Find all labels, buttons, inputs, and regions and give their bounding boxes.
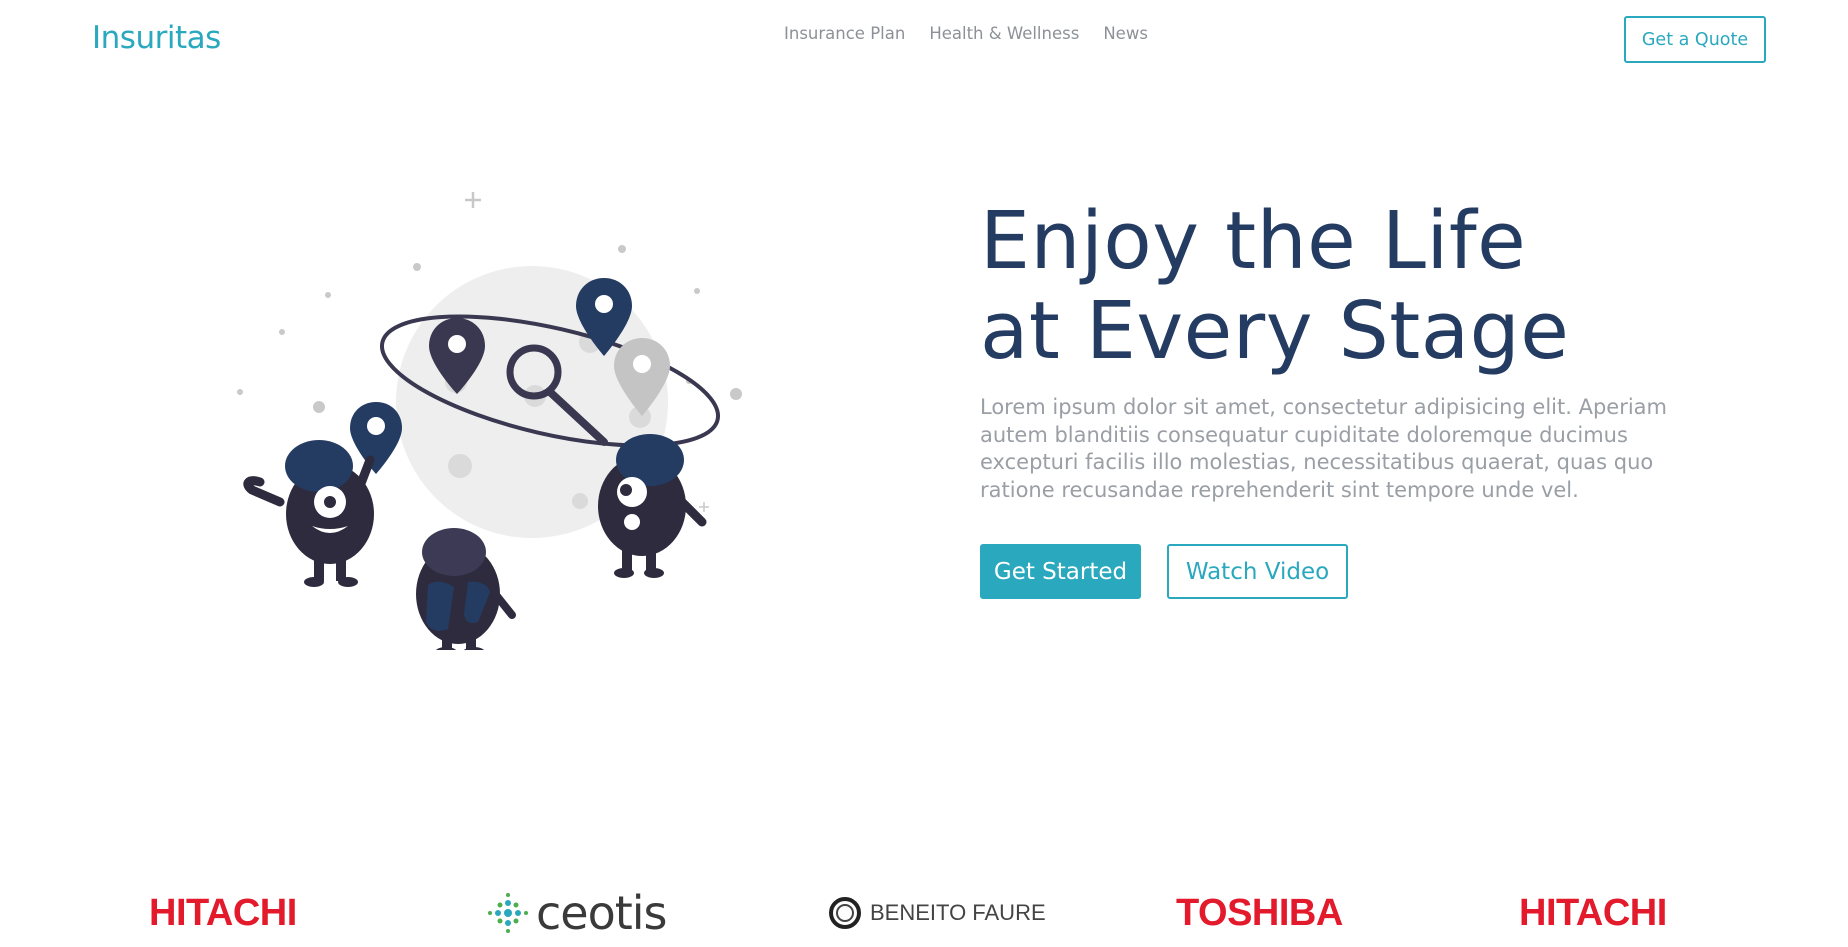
navbar: Insuritas Insurance Plan Health & Wellne… — [0, 0, 1848, 80]
nav-item-insurance-plan[interactable]: Insurance Plan — [784, 24, 905, 43]
get-a-quote-button[interactable]: Get a Quote — [1624, 16, 1766, 63]
hero-title-line2: at Every Stage — [980, 285, 1570, 377]
client-logo-text: HITACHI — [1519, 891, 1667, 934]
client-logo-hitachi-2: HITACHI — [1519, 888, 1667, 938]
hero-title: Enjoy the Life at Every Stage — [980, 196, 1680, 376]
monster-left — [243, 440, 375, 587]
client-logo-hitachi: HITACHI — [149, 888, 297, 938]
main-nav: Insurance Plan Health & Wellness News — [784, 24, 1148, 43]
client-logo-text: HITACHI — [149, 891, 297, 934]
client-logo-text: TOSHIBA — [1176, 891, 1343, 934]
hero-title-line1: Enjoy the Life — [980, 195, 1527, 287]
map-pin-icon — [350, 402, 402, 474]
client-logo-toshiba: TOSHIBA — [1176, 888, 1343, 938]
client-logo-ceotis: ceotis — [486, 886, 668, 940]
watch-video-button[interactable]: Watch Video — [1167, 544, 1348, 599]
sparkle-icon — [699, 502, 709, 512]
client-logo-text: ceotis — [536, 886, 668, 940]
sparkle-icon — [465, 192, 481, 208]
hero-section: Enjoy the Life at Every Stage Lorem ipsu… — [980, 196, 1680, 599]
brand-logo[interactable]: Insuritas — [92, 20, 221, 56]
hero-illustration — [220, 170, 760, 657]
beneito-ring-icon — [829, 897, 861, 929]
ceotis-mark-icon — [488, 893, 528, 933]
nav-item-health-wellness[interactable]: Health & Wellness — [929, 24, 1079, 43]
hero-actions: Get Started Watch Video — [980, 544, 1348, 599]
client-logo-text: BENEITO FAURE — [870, 900, 1046, 925]
client-logo-beneito-faure: BENEITO FAURE — [828, 888, 1046, 938]
nav-item-news[interactable]: News — [1103, 24, 1148, 43]
hero-description: Lorem ipsum dolor sit amet, consectetur … — [980, 395, 1668, 502]
get-started-button[interactable]: Get Started — [980, 544, 1141, 599]
client-logos: HITACHI ceotis BENEITO FAURE TOSHIBA HIT… — [0, 880, 1848, 947]
monster-middle — [416, 528, 516, 657]
